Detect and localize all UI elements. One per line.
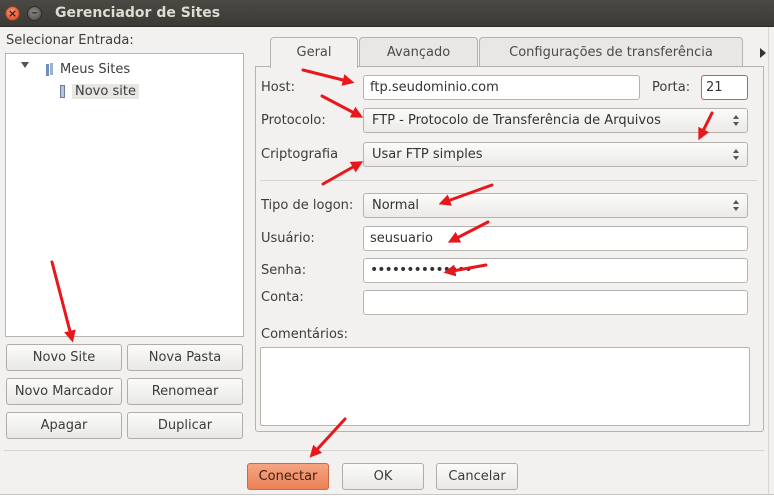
encryption-select-value: Usar FTP simples [372,147,483,162]
host-input[interactable]: ftp.seudominio.com [363,75,640,100]
select-arrows-icon [733,200,741,211]
tab-advanced[interactable]: Avançado [359,37,478,66]
window-right-edge [768,27,774,502]
user-input[interactable]: seusuario [363,226,748,251]
tree-root-label: Meus Sites [60,62,131,77]
close-window-button[interactable]: × [5,6,20,21]
cancel-button[interactable]: Cancelar [436,463,518,490]
protocol-label: Protocolo: [261,113,326,128]
tree-expand-icon[interactable] [21,62,29,68]
new-folder-button[interactable]: Nova Pasta [127,344,243,371]
rename-button[interactable]: Renomear [127,378,243,405]
password-input[interactable]: •••••••••••••• [363,258,748,283]
encryption-select[interactable]: Usar FTP simples [363,142,748,167]
comments-textarea[interactable] [260,347,750,426]
host-label: Host: [261,80,295,95]
ok-button[interactable]: OK [342,463,424,490]
select-entry-label: Selecionar Entrada: [6,33,134,48]
logon-type-select-value: Normal [372,198,420,213]
new-bookmark-button[interactable]: Novo Marcador [6,378,122,405]
tree-child-item[interactable]: Novo site [58,81,139,102]
delete-button[interactable]: Apagar [6,412,122,439]
form-divider [260,180,757,181]
site-tree[interactable]: Meus Sites Novo site [5,53,244,337]
tab-transfer-settings[interactable]: Configurações de transferência [479,37,743,66]
select-arrows-icon [733,115,741,126]
minimize-icon: – [31,6,38,19]
connect-button[interactable]: Conectar [247,463,329,490]
server-icon [60,85,65,98]
logon-type-select[interactable]: Normal [363,193,748,218]
account-label: Conta: [261,290,304,305]
minimize-window-button[interactable]: – [27,6,42,21]
close-icon: × [7,7,18,20]
folder-sites-icon [46,63,53,76]
logon-type-label: Tipo de logon: [261,198,354,213]
select-arrows-icon [733,149,741,160]
password-label: Senha: [261,263,307,278]
background-window-strip [0,494,774,502]
protocol-select-value: FTP - Protocolo de Transferência de Arqu… [372,113,661,128]
tab-general[interactable]: Geral [270,37,358,68]
new-site-button[interactable]: Novo Site [6,344,122,371]
tree-root-item[interactable]: Meus Sites [44,59,130,80]
footer-divider [4,450,764,451]
window-titlebar: × – Gerenciador de Sites [0,0,774,27]
account-input[interactable] [363,290,748,315]
port-input[interactable]: 21 [701,75,748,100]
duplicate-button[interactable]: Duplicar [127,412,243,439]
protocol-select[interactable]: FTP - Protocolo de Transferência de Arqu… [363,108,748,133]
tab-scroll-right-icon[interactable] [760,48,766,58]
user-label: Usuário: [261,231,315,246]
comments-label: Comentários: [261,327,349,342]
tree-child-label: Novo site [72,84,139,99]
window-title: Gerenciador de Sites [55,5,221,21]
port-label: Porta: [652,80,691,95]
encryption-label: Criptografia [261,147,339,162]
